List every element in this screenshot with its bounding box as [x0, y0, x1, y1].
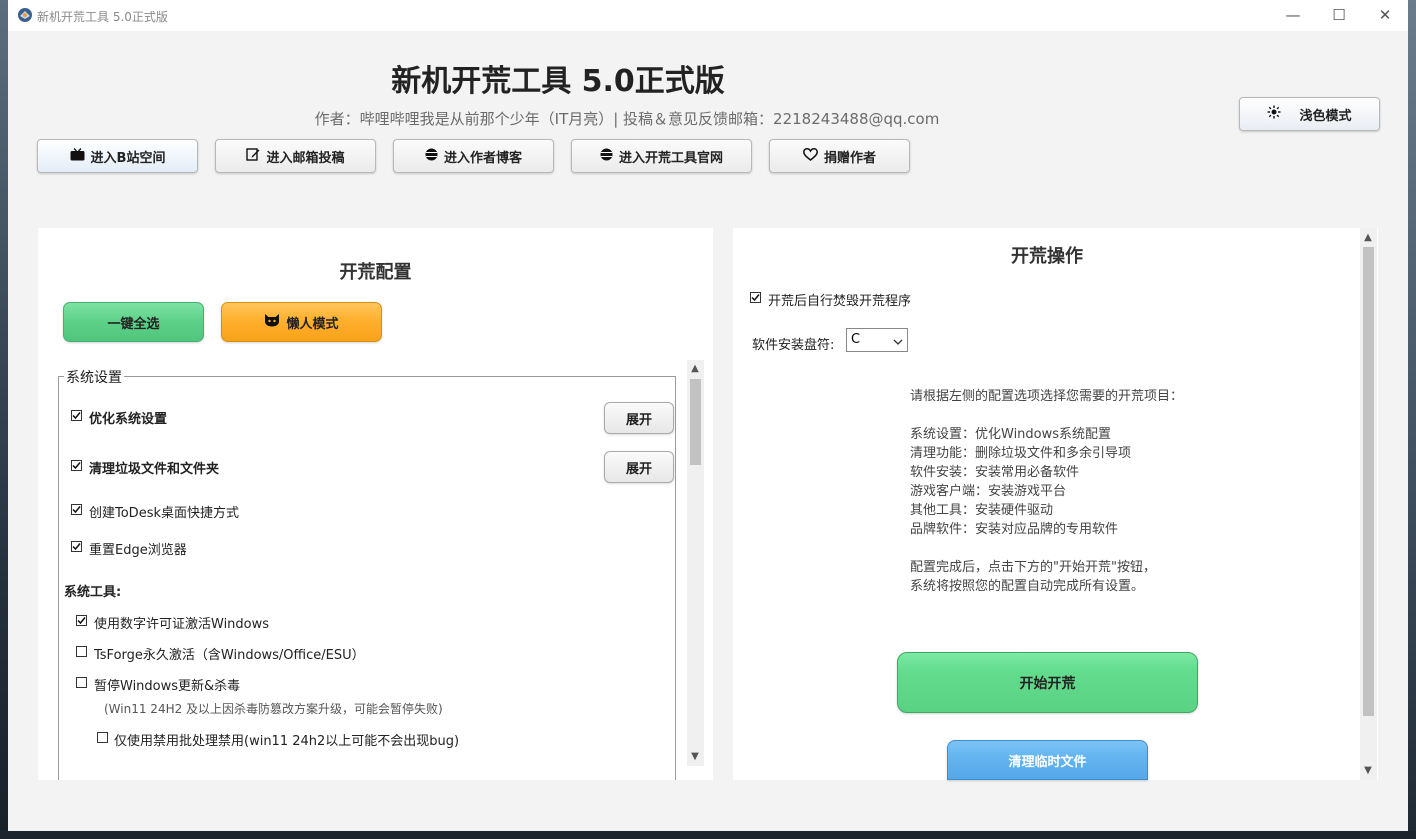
info-line: 其他工具：安装硬件驱动	[910, 503, 1054, 518]
tv-icon	[70, 147, 85, 165]
donate-label: 捐赠作者	[823, 150, 876, 166]
pause-updates-label: 暂停Windows更新&杀毒	[94, 679, 241, 694]
bilibili-space-label: 进入B站空间	[90, 150, 166, 166]
select-all-button[interactable]: 一键全选	[63, 302, 204, 342]
batch-disable-checkbox[interactable]	[97, 732, 108, 743]
desktop-background-left	[0, 0, 8, 839]
system-settings-group	[58, 376, 676, 780]
todesk-shortcut-label: 创建ToDesk桌面快捷方式	[89, 506, 239, 521]
info-line: 软件安装：安装常用必备软件	[910, 465, 1080, 480]
minimize-button[interactable]: —	[1270, 0, 1316, 31]
chevron-down-icon	[893, 335, 903, 350]
config-scroll-area[interactable]: 系统设置 优化系统设置 展开 清理垃圾文件和文件夹 展开 创建ToDesk桌面快…	[56, 360, 680, 780]
globe-icon	[600, 148, 613, 165]
action-scroll-thumb[interactable]	[1363, 247, 1374, 716]
official-site-label: 进入开荒工具官网	[618, 150, 723, 166]
reset-edge-label: 重置Edge浏览器	[89, 543, 187, 558]
config-panel: 开荒配置 一键全选 懒人模式 系统设置 优化系统设置 展开 清理垃圾文件和文件夹…	[38, 228, 713, 780]
digital-license-label: 使用数字许可证激活Windows	[94, 617, 270, 632]
action-panel-title: 开荒操作	[1011, 246, 1083, 267]
config-scrollbar[interactable]: ▲ ▼	[687, 360, 704, 766]
action-scrollbar[interactable]: ▲ ▼	[1360, 228, 1377, 780]
theme-toggle-button[interactable]: 浅色模式	[1239, 97, 1380, 131]
desktop-background-right	[1408, 0, 1416, 839]
author-blog-button[interactable]: 进入作者博客	[393, 139, 554, 173]
config-panel-title: 开荒配置	[339, 262, 412, 283]
info-line: 请根据左侧的配置选项选择您需要的开荒项目：	[910, 389, 1184, 404]
self-destruct-checkbox[interactable]	[750, 292, 761, 303]
scroll-down-icon[interactable]: ▼	[687, 751, 703, 763]
heart-icon	[803, 147, 818, 165]
edit-icon	[246, 147, 260, 165]
self-destruct-label: 开荒后自行焚毁开荒程序	[768, 294, 912, 309]
system-settings-group-title: 系统设置	[64, 367, 124, 387]
optimize-system-checkbox[interactable]	[71, 410, 82, 421]
author-info: 作者：哔哩哔哩我是从前那个少年（IT月亮）| 投稿＆意见反馈邮箱：2218243…	[314, 110, 940, 128]
info-line: 品牌软件：安装对应品牌的专用软件	[910, 522, 1119, 537]
clean-temp-button[interactable]: 清理临时文件	[947, 740, 1148, 780]
clean-junk-label: 清理垃圾文件和文件夹	[89, 462, 220, 477]
system-tools-title: 系统工具:	[64, 585, 122, 600]
install-drive-value: C	[851, 332, 861, 347]
info-line: 系统设置：优化Windows系统配置	[910, 427, 1112, 442]
info-line: 清理功能：删除垃圾文件和多余引导项	[910, 446, 1132, 461]
close-button[interactable]: ✕	[1362, 0, 1408, 31]
reset-edge-checkbox[interactable]	[71, 541, 82, 552]
pause-updates-checkbox[interactable]	[76, 677, 87, 688]
donate-button[interactable]: 捐赠作者	[769, 139, 910, 173]
email-submit-label: 进入邮箱投稿	[266, 150, 345, 166]
optimize-system-label: 优化系统设置	[89, 412, 168, 427]
clean-junk-checkbox[interactable]	[71, 460, 82, 471]
email-submit-button[interactable]: 进入邮箱投稿	[215, 139, 376, 173]
info-line	[910, 539, 1330, 558]
info-line: 配置完成后，点击下方的"开始开荒"按钮，	[910, 560, 1156, 575]
tsforge-label: TsForge永久激活（含Windows/Office/ESU）	[94, 648, 365, 663]
install-drive-select[interactable]: C	[846, 328, 908, 352]
app-window: 新机开荒工具 5.0正式版 — ☐ ✕ 新机开荒工具 5.0正式版 作者：哔哩哔…	[8, 0, 1408, 831]
info-line: 系统将按照您的配置自动完成所有设置。	[910, 579, 1145, 594]
app-logo-icon	[17, 7, 33, 23]
config-scroll-thumb[interactable]	[690, 379, 701, 465]
todesk-shortcut-checkbox[interactable]	[71, 504, 82, 515]
clean-junk-expand-button[interactable]: 展开	[604, 451, 674, 483]
window-title: 新机开荒工具 5.0正式版	[37, 10, 168, 24]
action-panel: 开荒操作 开荒后自行焚毁开荒程序 软件安装盘符: C 请根据左侧的配置选项选择您…	[733, 228, 1378, 780]
scroll-down-icon[interactable]: ▼	[1360, 765, 1376, 777]
app-title: 新机开荒工具 5.0正式版	[391, 64, 725, 99]
digital-license-checkbox[interactable]	[76, 615, 87, 626]
sun-icon	[1267, 105, 1281, 123]
title-bar[interactable]: 新机开荒工具 5.0正式版 — ☐ ✕	[8, 0, 1408, 31]
bilibili-space-button[interactable]: 进入B站空间	[37, 139, 198, 173]
info-line	[910, 406, 1330, 425]
scroll-up-icon[interactable]: ▲	[1360, 232, 1376, 244]
scroll-up-icon[interactable]: ▲	[687, 363, 703, 375]
start-button[interactable]: 开始开荒	[897, 652, 1198, 713]
clean-temp-label: 清理临时文件	[1008, 754, 1087, 770]
theme-toggle-label: 浅色模式	[1299, 108, 1352, 124]
author-blog-label: 进入作者博客	[443, 150, 522, 166]
info-line: 游戏客户端：安装游戏平台	[910, 484, 1067, 499]
globe-icon	[425, 148, 438, 165]
tsforge-checkbox[interactable]	[76, 646, 87, 657]
pause-updates-note: (Win11 24H2 及以上因杀毒防篡改方案升级，可能会暂停失败)	[104, 702, 443, 716]
install-drive-label: 软件安装盘符:	[752, 338, 835, 353]
lazy-mode-label: 懒人模式	[286, 316, 339, 332]
select-all-label: 一键全选	[107, 316, 160, 332]
cat-icon	[264, 313, 280, 331]
batch-disable-label: 仅使用禁用批处理禁用(win11 24h2以上可能不会出现bug)	[114, 734, 460, 749]
start-button-label: 开始开荒	[1019, 675, 1076, 692]
optimize-system-expand-button[interactable]: 展开	[604, 402, 674, 434]
lazy-mode-button[interactable]: 懒人模式	[221, 302, 382, 342]
official-site-button[interactable]: 进入开荒工具官网	[571, 139, 752, 173]
info-text-block: 请根据左侧的配置选项选择您需要的开荒项目： 系统设置：优化Windows系统配置…	[910, 387, 1330, 596]
maximize-button[interactable]: ☐	[1316, 0, 1362, 31]
desktop-background-bottom	[0, 831, 1416, 839]
